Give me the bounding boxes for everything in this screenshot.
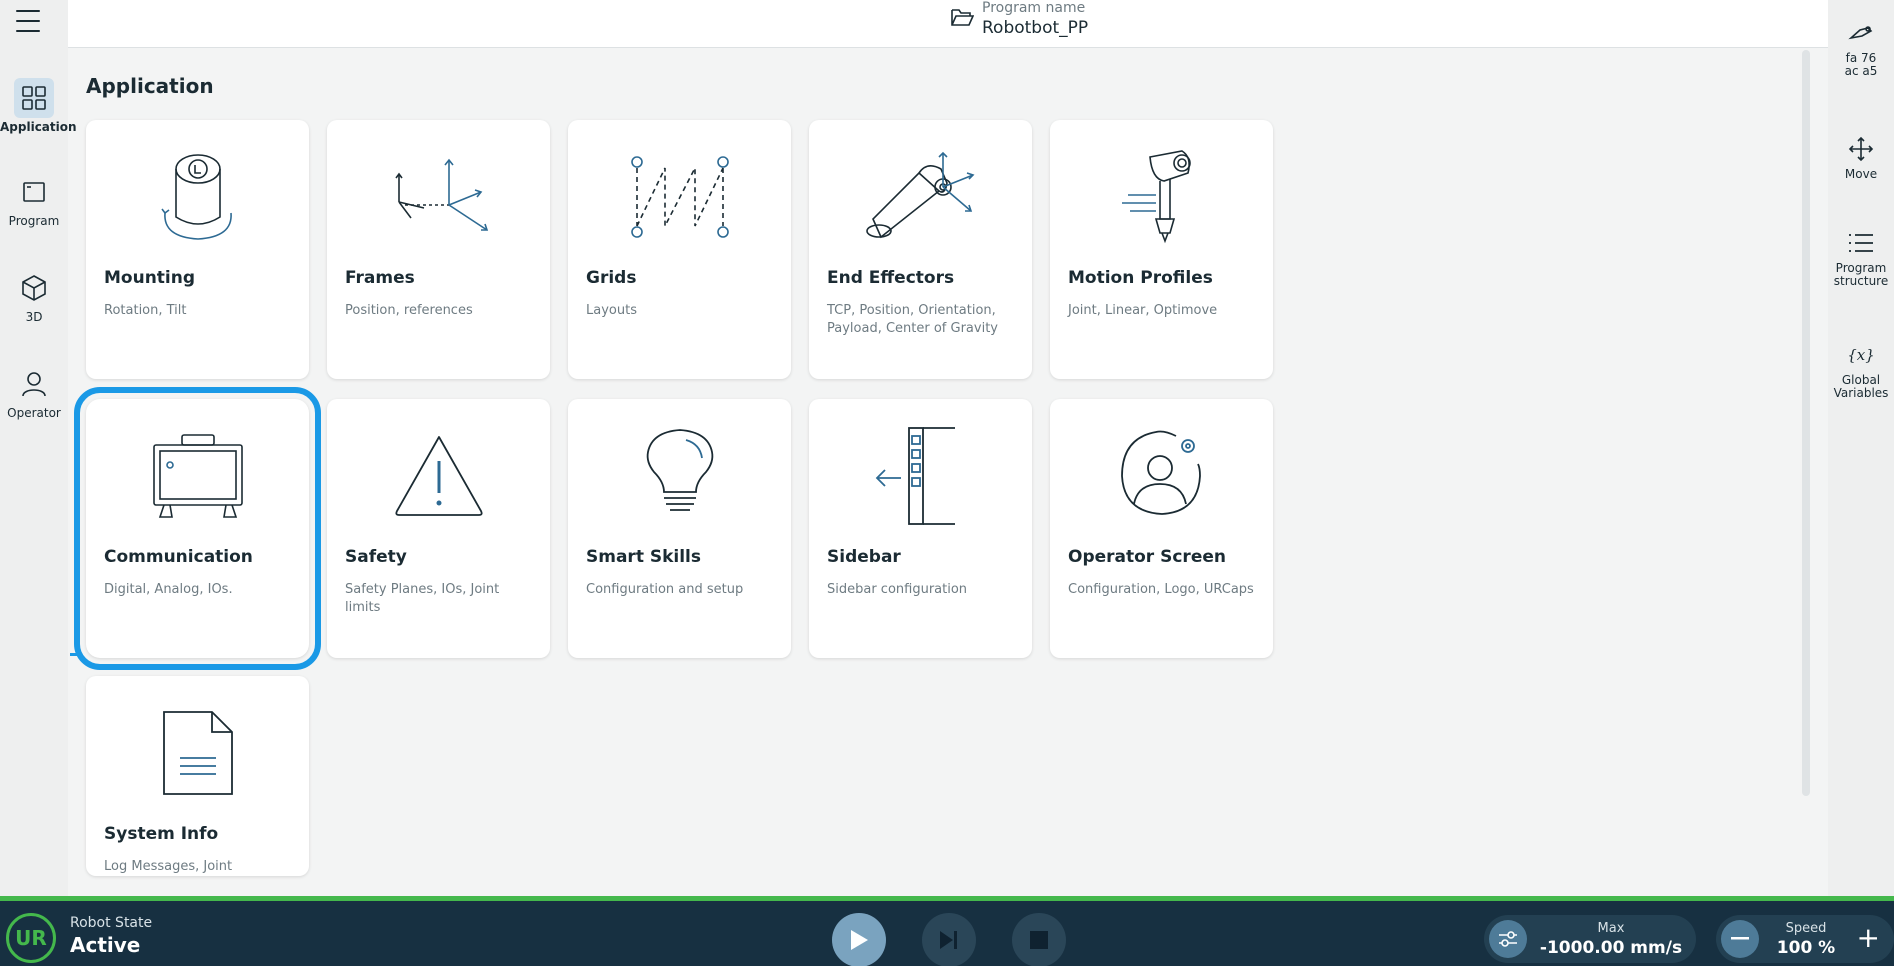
- robot-state-label: Robot State: [70, 915, 153, 931]
- card-subtitle: Log Messages, Joint: [104, 859, 233, 874]
- lightbulb-icon: [568, 421, 791, 531]
- nav-item-label: Application: [0, 120, 77, 134]
- card-title: Smart Skills: [586, 547, 702, 567]
- card-safety[interactable]: Safety Safety Planes, IOs, Joint limits: [327, 399, 550, 658]
- variable-x-icon: {x}: [1847, 345, 1875, 364]
- warning-triangle-icon: [327, 421, 550, 531]
- speed-settings-button[interactable]: [1489, 920, 1527, 958]
- speed-control[interactable]: Speed 100 % +: [1716, 915, 1894, 963]
- card-subtitle: TCP, Position, Orientation, Payload, Cen…: [827, 303, 998, 336]
- nav-item-3d[interactable]: 3D: [0, 268, 68, 324]
- minus-icon: [1731, 937, 1749, 940]
- top-bar: Program name Robotbot_PP: [68, 0, 1828, 48]
- robot-id-line2: ac a5: [1844, 64, 1878, 78]
- bottom-status-bar: UR Robot State Active Max -1000.00 mm/s …: [0, 896, 1894, 966]
- hamburger-menu-icon[interactable]: [14, 10, 42, 32]
- step-forward-icon: [940, 931, 957, 949]
- grid-icon: [14, 78, 54, 118]
- vertical-scrollbar[interactable]: [1802, 50, 1810, 796]
- grid-points-icon: [568, 142, 791, 252]
- cube-icon: [14, 268, 54, 308]
- card-title: Mounting: [104, 268, 196, 288]
- move-button[interactable]: Move: [1828, 134, 1894, 181]
- card-operator-screen[interactable]: Operator Screen Configuration, Logo, URC…: [1050, 399, 1273, 658]
- card-subtitle: Position, references: [345, 303, 473, 318]
- card-title: Safety: [345, 547, 407, 567]
- end-effector-icon: [809, 142, 1032, 252]
- nav-item-label: Operator: [7, 406, 61, 420]
- card-system-info[interactable]: System Info Log Messages, Joint: [86, 676, 309, 876]
- left-nav-rail: Application Program 3D Operator: [0, 0, 77, 896]
- operator-settings-icon: [1050, 421, 1273, 531]
- person-icon: [14, 364, 54, 404]
- card-title: Motion Profiles: [1068, 268, 1213, 288]
- sidebar-panel-icon: [809, 421, 1032, 531]
- max-label: Max: [1597, 921, 1625, 936]
- card-subtitle: Safety Planes, IOs, Joint limits: [345, 582, 500, 615]
- card-title: Frames: [345, 268, 415, 288]
- card-subtitle: Joint, Linear, Optimove: [1068, 303, 1218, 318]
- card-subtitle: Configuration and setup: [586, 582, 744, 597]
- card-sidebar[interactable]: Sidebar Sidebar configuration: [809, 399, 1032, 658]
- card-subtitle: Digital, Analog, IOs.: [104, 582, 233, 597]
- speed-value: 100 %: [1776, 938, 1836, 958]
- program-window-icon: [14, 172, 54, 212]
- program-structure-label: Program structure: [1833, 261, 1889, 288]
- speed-label: Speed: [1785, 921, 1827, 936]
- card-title: Grids: [586, 268, 637, 288]
- global-variables-label: Global Variables: [1833, 373, 1889, 400]
- document-icon: [86, 698, 309, 808]
- nav-item-label: Program: [8, 214, 60, 228]
- program-name-label: Program name: [982, 0, 1086, 16]
- folder-open-icon: [951, 9, 974, 26]
- ur-logo: UR: [6, 913, 56, 963]
- nav-item-operator[interactable]: Operator: [0, 364, 68, 420]
- play-button[interactable]: [832, 913, 886, 966]
- card-end-effectors[interactable]: End Effectors TCP, Position, Orientation…: [809, 120, 1032, 379]
- stop-icon: [1030, 931, 1048, 949]
- card-title: Operator Screen: [1068, 547, 1226, 567]
- program-structure-button[interactable]: Program structure: [1828, 228, 1894, 288]
- card-subtitle: Rotation, Tilt: [104, 303, 187, 318]
- card-communication[interactable]: Communication Digital, Analog, IOs.: [74, 387, 321, 670]
- card-smart-skills[interactable]: Smart Skills Configuration and setup: [568, 399, 791, 658]
- move-label: Move: [1844, 167, 1878, 181]
- max-speed-control[interactable]: Max -1000.00 mm/s: [1484, 915, 1696, 963]
- card-title: Sidebar: [827, 547, 901, 567]
- nav-item-application[interactable]: Application: [0, 78, 77, 134]
- robot-state-value[interactable]: Active: [70, 933, 140, 957]
- card-grids[interactable]: Grids Layouts: [568, 120, 791, 379]
- play-icon: [851, 930, 868, 950]
- right-sidebar: fa 76 ac a5 Move Program structure {x} G…: [1828, 0, 1894, 896]
- step-button[interactable]: [922, 913, 976, 966]
- communication-box-icon: [86, 421, 309, 531]
- card-subtitle: Layouts: [586, 303, 637, 318]
- sliders-icon: [1499, 931, 1517, 947]
- motion-tool-icon: [1050, 142, 1273, 252]
- move-arrows-icon: [1846, 134, 1876, 164]
- focus-indicator: [70, 653, 78, 656]
- list-icon: [1846, 228, 1876, 258]
- frames-axes-icon: [327, 142, 550, 252]
- card-subtitle: Configuration, Logo, URCaps: [1068, 582, 1254, 597]
- robot-arm-icon: [1846, 18, 1876, 48]
- stop-button[interactable]: [1012, 913, 1066, 966]
- card-title: End Effectors: [827, 268, 955, 288]
- global-variables-button[interactable]: {x} Global Variables: [1828, 340, 1894, 400]
- card-frames[interactable]: Frames Position, references: [327, 120, 550, 379]
- card-mounting[interactable]: Mounting Rotation, Tilt: [86, 120, 309, 379]
- mounting-icon: [86, 142, 309, 252]
- card-motion-profiles[interactable]: Motion Profiles Joint, Linear, Optimove: [1050, 120, 1273, 379]
- page-title: Application: [86, 74, 214, 98]
- card-title: Communication: [104, 547, 253, 567]
- nav-item-label: 3D: [25, 310, 43, 324]
- card-subtitle: Sidebar configuration: [827, 582, 968, 597]
- nav-item-program[interactable]: Program: [0, 172, 68, 228]
- speed-increase-button[interactable]: +: [1857, 923, 1880, 953]
- max-value: -1000.00 mm/s: [1539, 938, 1683, 958]
- program-name-value[interactable]: Robotbot_PP: [982, 18, 1088, 38]
- speed-decrease-button[interactable]: [1721, 920, 1759, 958]
- robot-id-item[interactable]: fa 76 ac a5: [1828, 18, 1894, 78]
- card-title: System Info: [104, 824, 219, 844]
